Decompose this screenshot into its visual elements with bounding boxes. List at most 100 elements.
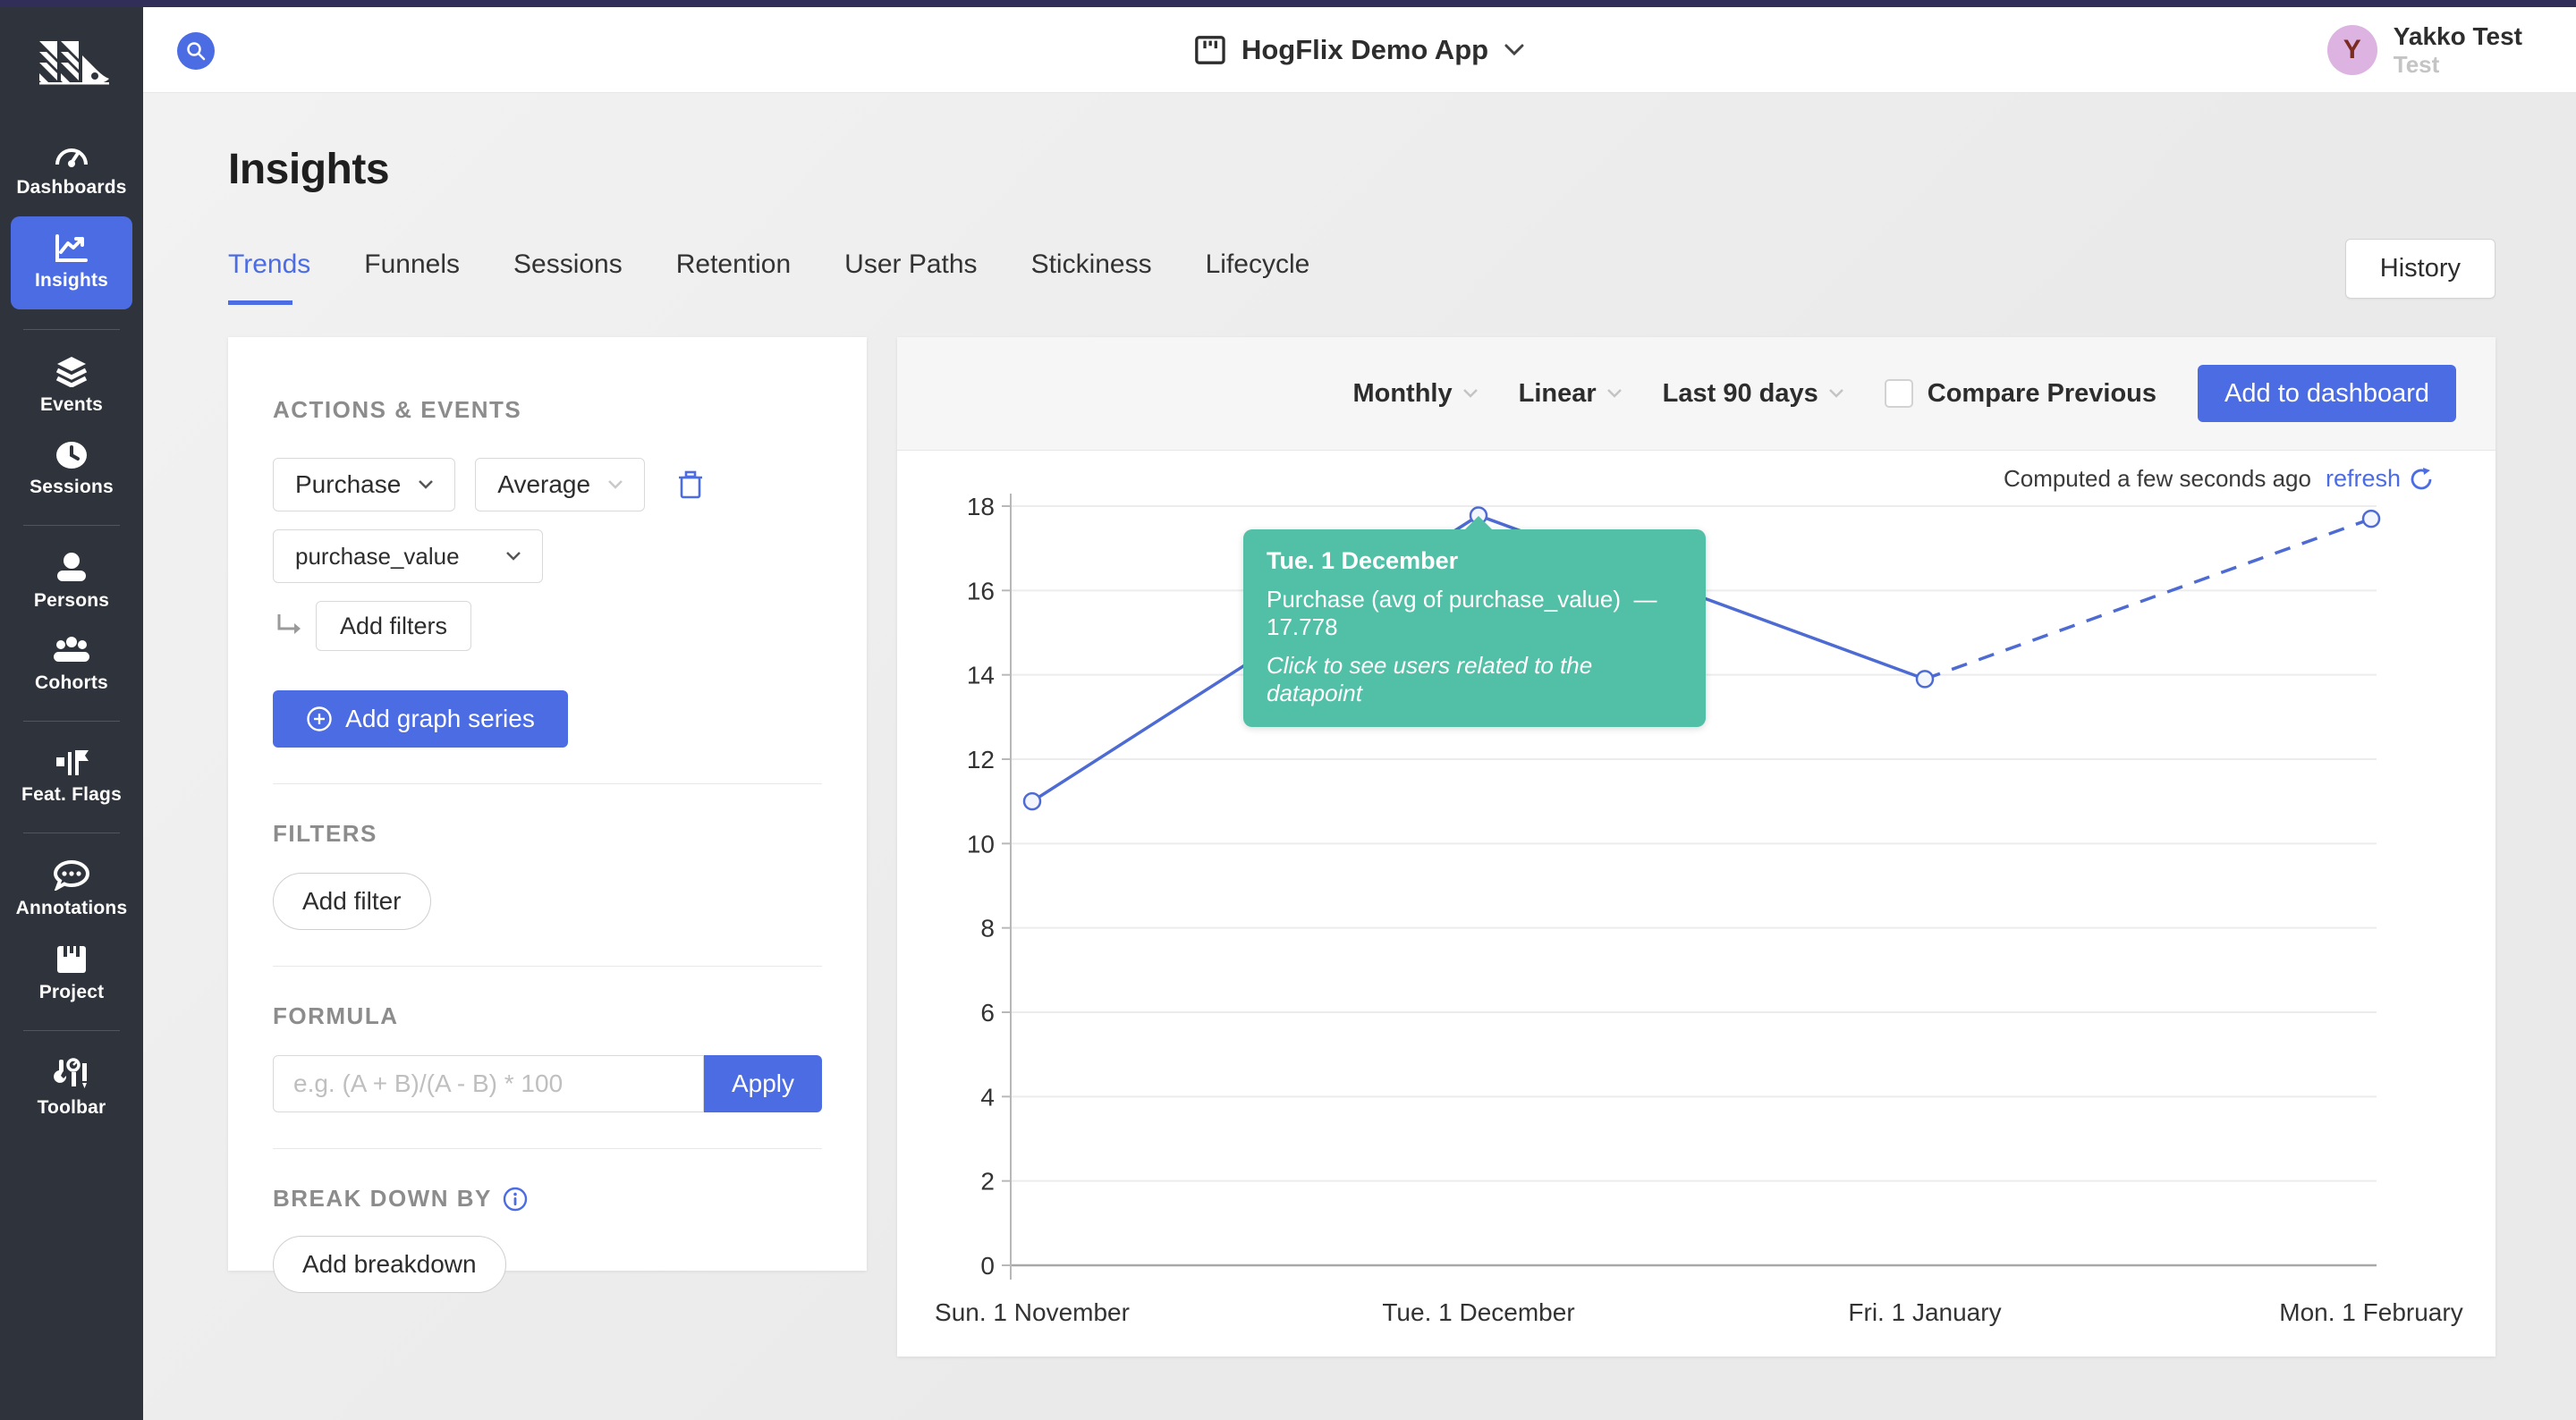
tab-stickiness[interactable]: Stickiness	[1031, 249, 1152, 305]
chevron-down-icon	[1606, 389, 1622, 398]
posthog-logo	[39, 41, 109, 85]
history-button[interactable]: History	[2344, 239, 2496, 299]
property-select[interactable]: purchase_value	[273, 529, 543, 583]
project-title: HogFlix Demo App	[1241, 34, 1489, 65]
compare-previous-checkbox[interactable]	[1884, 379, 1913, 408]
chart-tooltip[interactable]: Tue. 1 December Purchase (avg of purchas…	[1243, 516, 1706, 728]
tab-trends[interactable]: Trends	[228, 249, 310, 305]
svg-text:16: 16	[967, 577, 995, 604]
tooltip-value: 17.778	[1267, 613, 1338, 641]
interval-select[interactable]: Monthly	[1352, 378, 1478, 409]
sidebar-divider	[23, 525, 120, 526]
chevron-down-icon	[506, 552, 521, 561]
tab-funnels[interactable]: Funnels	[364, 249, 460, 305]
delete-series-icon[interactable]	[677, 469, 704, 500]
svg-text:4: 4	[980, 1083, 995, 1111]
display-value: Linear	[1518, 378, 1597, 408]
avatar: Y	[2326, 25, 2377, 75]
sidebar-item-label: Events	[39, 394, 104, 415]
top-accent-strip	[0, 0, 2576, 7]
add-filter-button[interactable]: Add filter	[273, 873, 431, 930]
info-icon[interactable]	[503, 1187, 528, 1212]
interval-value: Monthly	[1352, 378, 1453, 408]
chevron-down-icon	[1462, 389, 1478, 398]
sidebar-item-cohorts[interactable]: Cohorts	[0, 624, 143, 706]
svg-text:Mon. 1 February: Mon. 1 February	[2279, 1298, 2462, 1326]
chevron-down-icon	[419, 480, 434, 489]
tab-lifecycle[interactable]: Lifecycle	[1206, 249, 1310, 305]
sidebar-item-label: Cohorts	[35, 672, 108, 693]
svg-text:Sun. 1 November: Sun. 1 November	[935, 1298, 1130, 1326]
sidebar-item-insights[interactable]: Insights	[11, 216, 132, 309]
svg-text:6: 6	[980, 999, 995, 1027]
chart-controls: Monthly Linear Last 90 days Compare Prev…	[897, 337, 2496, 451]
svg-text:14: 14	[967, 662, 995, 689]
breakdown-label: BREAK DOWN BY	[273, 1185, 492, 1212]
search-icon	[187, 42, 206, 61]
sessions-icon	[56, 442, 87, 469]
plus-circle-icon	[307, 706, 332, 731]
project-icon	[1195, 36, 1225, 64]
sidebar-item-sessions[interactable]: Sessions	[0, 428, 143, 511]
filters-label: FILTERS	[273, 820, 377, 847]
search-button[interactable]	[177, 32, 215, 70]
project-switcher[interactable]: HogFlix Demo App	[1195, 7, 1524, 93]
compare-previous-label: Compare Previous	[1927, 378, 2157, 408]
user-org: Test	[2393, 51, 2440, 79]
sidebar-item-label: Dashboards	[16, 177, 127, 198]
sidebar-item-label: Persons	[33, 590, 110, 611]
chevron-down-icon	[1504, 44, 1524, 56]
tooltip-series: Purchase (avg of purchase_value)	[1267, 586, 1622, 613]
chart-body: Computed a few seconds ago refresh 02468…	[897, 451, 2496, 1356]
main-content: Insights Trends Funnels Sessions Retenti…	[143, 93, 2576, 1420]
sidebar-item-label: Sessions	[30, 477, 114, 497]
events-icon	[55, 357, 88, 387]
add-graph-series-button[interactable]: Add graph series	[273, 690, 568, 748]
top-header: HogFlix Demo App Y Yakko Test Test	[143, 7, 2576, 93]
sidebar-divider	[23, 721, 120, 722]
user-menu[interactable]: Y Yakko Test Test	[2326, 7, 2522, 93]
sidebar-item-annotations[interactable]: Annotations	[0, 848, 143, 932]
svg-text:10: 10	[967, 830, 995, 858]
persons-icon	[57, 553, 86, 581]
svg-text:2: 2	[980, 1168, 995, 1196]
section-divider	[273, 966, 822, 967]
tooltip-value-line: Purchase (avg of purchase_value) — 17.77…	[1267, 586, 1682, 641]
insight-tabs: Trends Funnels Sessions Retention User P…	[228, 239, 2496, 305]
tab-user-paths[interactable]: User Paths	[844, 249, 977, 305]
svg-text:Fri. 1 January: Fri. 1 January	[1848, 1298, 2001, 1326]
svg-text:0: 0	[980, 1252, 995, 1280]
insights-icon	[55, 234, 88, 262]
math-select-value: Average	[497, 470, 591, 498]
add-filters-button[interactable]: Add filters	[316, 601, 472, 651]
flag-icon	[56, 750, 89, 775]
formula-label: FORMULA	[273, 1002, 399, 1029]
event-select[interactable]: Purchase	[273, 458, 456, 511]
sidebar-item-events[interactable]: Events	[0, 344, 143, 428]
sidebar-item-label: Toolbar	[37, 1097, 106, 1118]
apply-formula-button[interactable]: Apply	[704, 1055, 822, 1112]
sidebar-item-label: Insights	[34, 270, 109, 291]
sidebar-item-toolbar[interactable]: Toolbar	[0, 1045, 143, 1131]
sidebar-item-persons[interactable]: Persons	[0, 540, 143, 624]
sidebar-item-feature-flags[interactable]: Feat. Flags	[0, 736, 143, 818]
sidebar: Dashboards Insights Events Sessions Pers…	[0, 7, 143, 1420]
add-to-dashboard-button[interactable]: Add to dashboard	[2198, 365, 2456, 422]
add-graph-series-label: Add graph series	[345, 705, 535, 732]
svg-text:8: 8	[980, 915, 995, 942]
chevron-down-icon	[608, 480, 623, 489]
tab-sessions[interactable]: Sessions	[513, 249, 623, 305]
cohorts-icon	[54, 637, 89, 662]
toolbar-icon	[54, 1058, 87, 1088]
add-breakdown-button[interactable]: Add breakdown	[273, 1236, 506, 1293]
tooltip-separator: —	[1633, 586, 1657, 613]
math-select[interactable]: Average	[475, 458, 646, 511]
sidebar-item-dashboards[interactable]: Dashboards	[0, 129, 143, 211]
tab-retention[interactable]: Retention	[676, 249, 791, 305]
formula-input[interactable]	[273, 1055, 704, 1112]
sidebar-item-project[interactable]: Project	[0, 932, 143, 1016]
display-select[interactable]: Linear	[1519, 379, 1622, 409]
tooltip-hint: Click to see users related to the datapo…	[1267, 652, 1593, 707]
sidebar-divider	[23, 1030, 120, 1031]
date-range-select[interactable]: Last 90 days	[1663, 379, 1843, 409]
